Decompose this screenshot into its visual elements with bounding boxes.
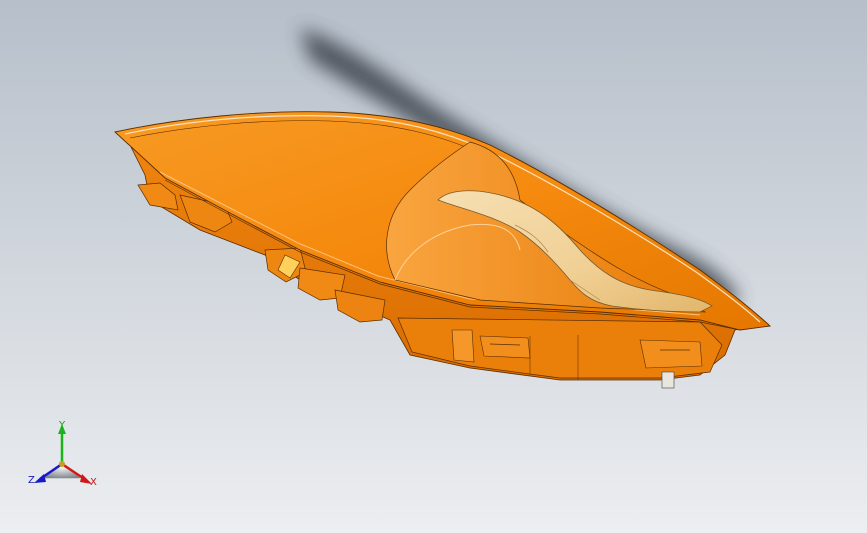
3d-model-part[interactable] (0, 0, 867, 533)
graphics-viewport[interactable]: Y X Z (0, 0, 867, 533)
z-axis-label: Z (28, 475, 35, 486)
x-axis-label: X (90, 477, 97, 488)
triad-origin (59, 461, 65, 467)
y-axis-label: Y (59, 420, 66, 431)
coordinate-triad: Y X Z (22, 418, 106, 494)
z-axis-arrow-icon (34, 474, 46, 483)
